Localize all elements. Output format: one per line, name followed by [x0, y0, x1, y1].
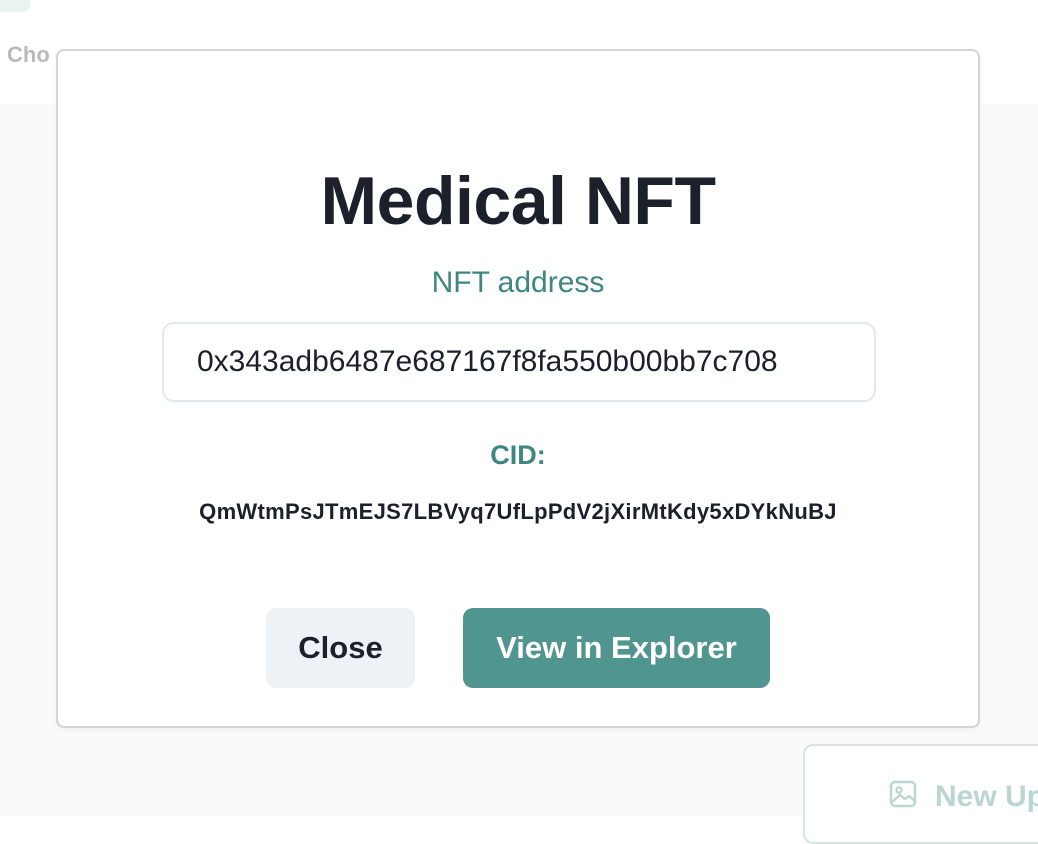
nft-address-label: NFT address	[431, 266, 605, 299]
choose-file-label: Cho	[7, 42, 50, 67]
new-upload-label: New Up	[935, 780, 1038, 813]
cid-value: QmWtmPsJTmEJS7LBVyq7UfLpPdV2jXirMtKdy5xD…	[199, 499, 837, 524]
new-upload-button[interactable]: New Up	[803, 744, 1038, 844]
modal-title: Medical NFT	[320, 163, 717, 239]
close-button[interactable]: Close	[266, 608, 415, 688]
nft-address-input[interactable]	[164, 324, 874, 400]
nft-address-field[interactable]	[162, 322, 876, 402]
nft-modal: Medical NFT NFT address CID: QmWtmPsJTmE…	[56, 49, 980, 728]
header-logo-fragment	[0, 0, 30, 12]
view-in-explorer-button[interactable]: View in Explorer	[463, 608, 770, 688]
cid-label: CID:	[490, 440, 546, 470]
image-icon	[889, 780, 917, 808]
